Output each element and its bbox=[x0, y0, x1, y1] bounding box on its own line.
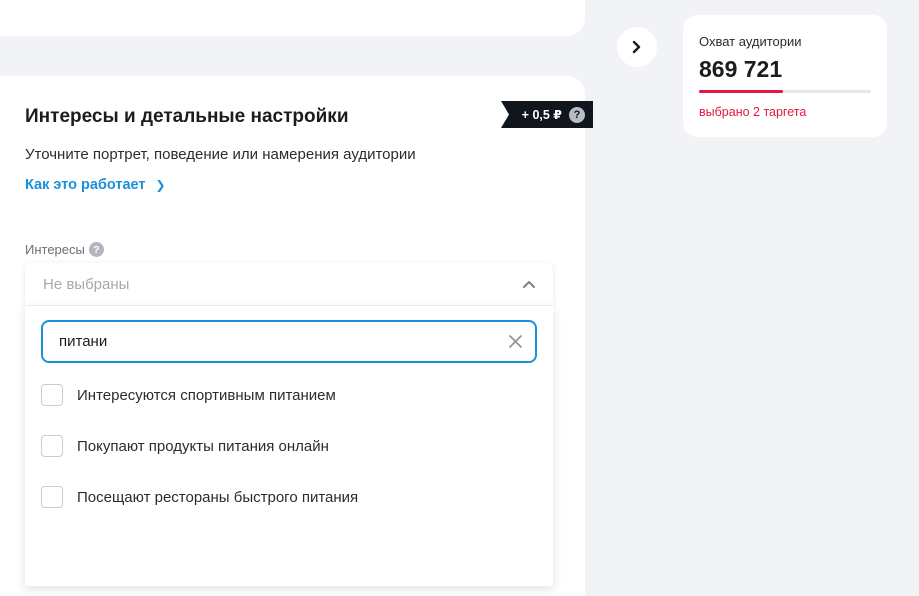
section-title: Интересы и детальные настройки bbox=[25, 106, 349, 127]
interests-selected-value: Не выбраны bbox=[43, 276, 130, 293]
reach-progress-fill bbox=[699, 90, 784, 93]
interests-search-input[interactable] bbox=[59, 322, 499, 361]
interests-search-box[interactable] bbox=[41, 320, 537, 363]
how-it-works-label: Как это работает bbox=[25, 177, 146, 193]
interests-dropdown[interactable]: Не выбраны bbox=[25, 263, 553, 305]
reach-value: 869 721 bbox=[699, 56, 783, 82]
option-label: Интересуются спортивным питанием bbox=[77, 386, 336, 404]
chevron-right-icon bbox=[632, 40, 641, 54]
reach-progress-bar bbox=[699, 90, 871, 93]
reach-title: Охват аудитории bbox=[699, 34, 802, 49]
question-icon[interactable]: ? bbox=[569, 106, 585, 123]
option-checkbox[interactable] bbox=[41, 384, 63, 406]
option-label: Посещают рестораны быстрого питания bbox=[77, 488, 359, 506]
interest-option[interactable]: Покупают продукты питания онлайн bbox=[41, 434, 329, 458]
chevron-right-icon: ❯ bbox=[155, 178, 166, 192]
chevron-up-icon[interactable] bbox=[522, 277, 536, 291]
option-checkbox[interactable] bbox=[41, 486, 63, 508]
next-button[interactable] bbox=[617, 27, 657, 67]
question-icon[interactable]: ? bbox=[88, 242, 104, 257]
close-icon[interactable] bbox=[508, 334, 523, 349]
option-label: Покупают продукты питания онлайн bbox=[77, 437, 329, 455]
interest-option[interactable]: Посещают рестораны быстрого питания bbox=[41, 485, 358, 509]
section-subtitle: Уточните портрет, поведение или намерени… bbox=[25, 146, 416, 163]
price-badge: + 0,5 ₽ ? bbox=[501, 101, 593, 128]
interests-label-text: Интересы bbox=[25, 242, 85, 257]
interests-field-label: Интересы ? bbox=[25, 242, 104, 257]
interests-dropdown-panel: Интересуются спортивным питанием Покупаю… bbox=[25, 306, 553, 586]
audience-reach-card: Охват аудитории 869 721 выбрано 2 таргет… bbox=[683, 15, 887, 137]
previous-section-card bbox=[0, 0, 585, 36]
reach-targets-note: выбрано 2 таргета bbox=[699, 105, 807, 119]
interest-option[interactable]: Интересуются спортивным питанием bbox=[41, 383, 336, 407]
how-it-works-link[interactable]: Как это работает ❯ bbox=[25, 177, 166, 193]
option-checkbox[interactable] bbox=[41, 435, 63, 457]
price-badge-label: + 0,5 ₽ bbox=[521, 108, 562, 122]
